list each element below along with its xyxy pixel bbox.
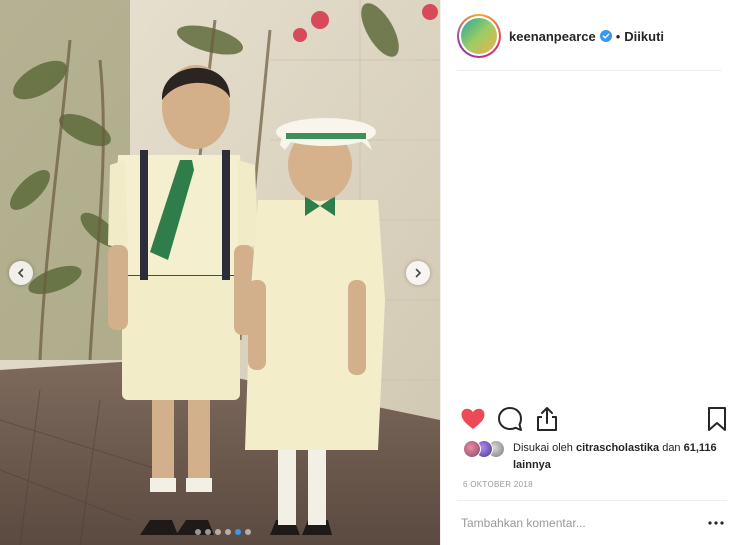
heart-filled-icon — [461, 408, 485, 429]
like-button[interactable] — [459, 405, 487, 433]
chevron-right-icon — [415, 268, 422, 278]
speech-bubble-icon — [498, 407, 522, 431]
chevron-left-icon — [17, 268, 24, 278]
liked-by-text: Disukai oleh citrascholastika dan 61,116… — [513, 442, 717, 471]
carousel-indicator — [195, 529, 251, 535]
comment-input[interactable] — [461, 516, 705, 530]
post-sidebar: keenanpearce • Diikuti Disukai oleh citr… — [440, 0, 745, 545]
comment-form — [461, 514, 727, 532]
post-date[interactable]: 6 OKTOBER 2018 — [463, 480, 533, 489]
likes-summary: Disukai oleh citrascholastika dan 61,116… — [463, 440, 733, 474]
header-divider — [457, 70, 722, 71]
instagram-post: keenanpearce • Diikuti Disukai oleh citr… — [0, 0, 745, 545]
comment-divider — [457, 500, 727, 501]
post-photo — [0, 0, 440, 545]
ellipsis-icon — [708, 521, 724, 525]
post-media[interactable] — [0, 0, 440, 545]
bookmark-icon — [708, 407, 726, 431]
verified-badge-icon — [599, 30, 612, 42]
avatar — [463, 440, 481, 458]
carousel-dot — [205, 529, 211, 535]
carousel-dot — [195, 529, 201, 535]
follow-status-button[interactable]: Diikuti — [624, 29, 664, 44]
next-slide-button[interactable] — [406, 261, 430, 285]
liker-avatars[interactable] — [463, 440, 513, 458]
post-header: keenanpearce • Diikuti — [457, 14, 723, 58]
carousel-dot — [245, 529, 251, 535]
more-options-button[interactable] — [705, 515, 727, 531]
carousel-dot — [225, 529, 231, 535]
share-button[interactable] — [533, 405, 561, 433]
username-link[interactable]: keenanpearce — [509, 29, 596, 44]
avatar[interactable] — [457, 14, 501, 58]
save-button[interactable] — [703, 405, 731, 433]
follow-separator: • — [615, 28, 621, 44]
carousel-dot — [235, 529, 241, 535]
comment-button[interactable] — [496, 405, 524, 433]
previous-slide-button[interactable] — [9, 261, 33, 285]
liked-by-user-link[interactable]: citrascholastika — [576, 442, 659, 454]
action-bar — [459, 405, 726, 435]
share-arrow-icon — [537, 407, 557, 431]
carousel-dot — [215, 529, 221, 535]
